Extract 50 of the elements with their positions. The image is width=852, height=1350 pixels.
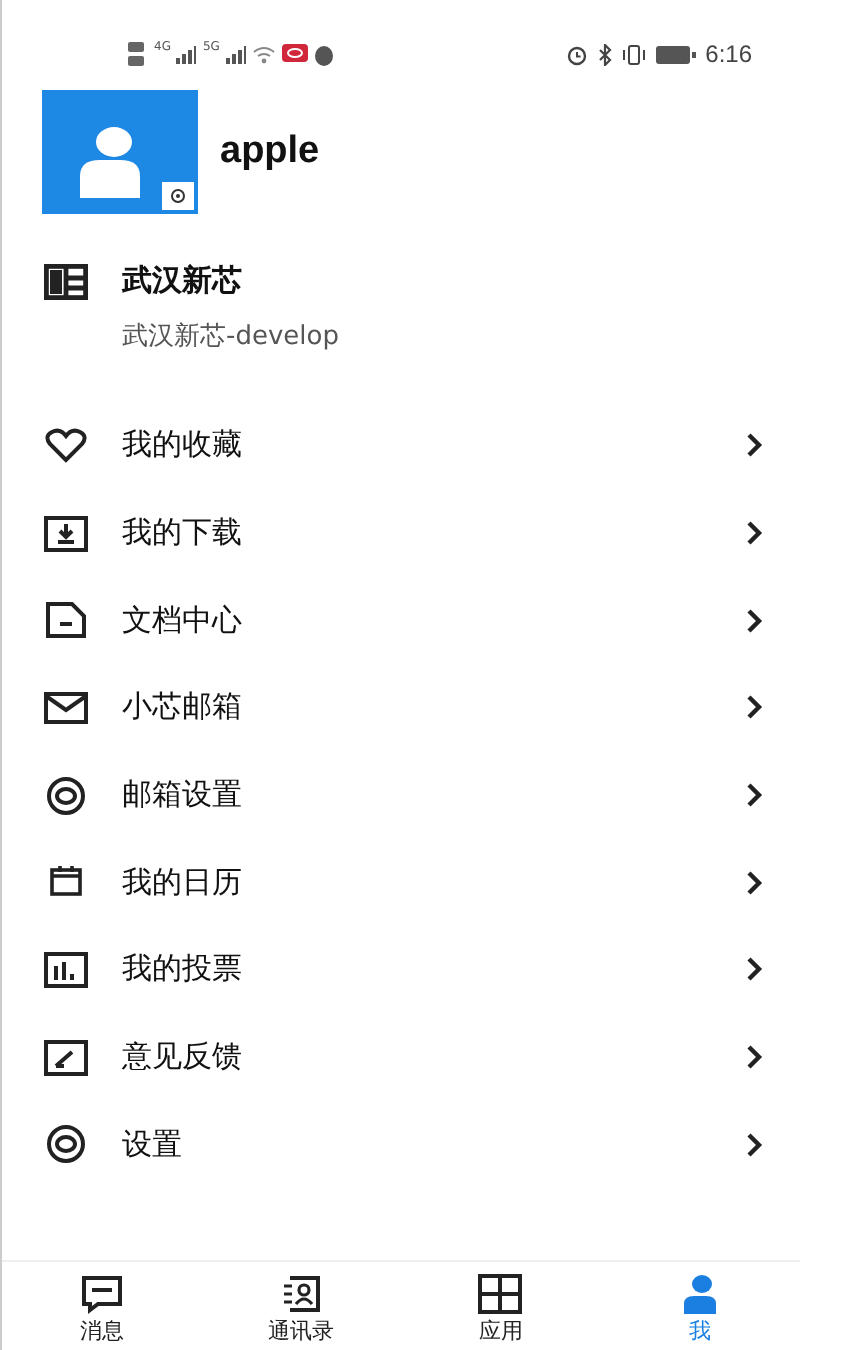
chevron-right-icon <box>746 956 764 983</box>
menu-item[interactable]: 邮箱设置 <box>2 751 800 839</box>
contacts-icon <box>279 1274 324 1314</box>
chevron-right-icon <box>746 869 764 896</box>
signal-icon <box>176 45 197 63</box>
camera-icon[interactable] <box>162 182 194 210</box>
signal-icon <box>225 45 246 63</box>
organization-subtitle: 武汉新芯-develop <box>122 320 341 354</box>
chevron-right-icon <box>746 520 764 547</box>
wifi-icon <box>251 45 276 63</box>
user-name: apple <box>220 130 320 174</box>
vibrate-icon <box>621 43 646 65</box>
organization-name: 武汉新芯 <box>122 262 242 300</box>
avatar[interactable] <box>42 90 198 214</box>
menu-item[interactable]: 小芯邮箱 <box>2 664 800 752</box>
menu-item[interactable]: 我的日历 <box>2 838 800 927</box>
building-icon <box>44 263 88 299</box>
document-icon <box>44 600 88 641</box>
battery-icon <box>655 45 696 63</box>
chevron-right-icon <box>746 432 764 459</box>
menu-item[interactable]: 设置 <box>2 1101 800 1189</box>
nav-tab[interactable]: 消息 <box>2 1262 202 1350</box>
nav-tab[interactable]: 我 <box>600 1262 800 1350</box>
clock-time: 6:16 <box>705 40 752 68</box>
person-icon <box>76 126 144 198</box>
chevron-right-icon <box>746 1131 764 1158</box>
app-icon <box>281 43 308 65</box>
menu-item[interactable]: 文档中心 <box>2 576 800 665</box>
envelope-icon <box>44 687 88 728</box>
chevron-right-icon <box>746 607 764 634</box>
chevron-right-icon <box>746 694 764 721</box>
menu-item[interactable]: 我的收藏 <box>2 402 800 490</box>
edit-box-icon <box>44 1037 88 1078</box>
menu-item[interactable]: 意见反馈 <box>2 1013 800 1101</box>
menu-item[interactable]: 我的投票 <box>2 926 800 1014</box>
nav-tab[interactable]: 应用 <box>401 1262 601 1350</box>
alarm-icon <box>565 43 588 65</box>
ring-icon <box>44 775 88 816</box>
bluetooth-icon <box>597 43 612 65</box>
chevron-right-icon <box>746 1044 764 1071</box>
grid-icon <box>478 1274 523 1314</box>
download-icon <box>44 513 88 554</box>
nav-tab[interactable]: 通讯录 <box>201 1262 401 1350</box>
chevron-right-icon <box>746 782 764 809</box>
heart-icon <box>44 425 88 466</box>
bar-chart-icon <box>44 949 88 990</box>
ring-icon <box>44 1124 88 1165</box>
message-icon <box>79 1274 124 1314</box>
menu-item[interactable]: 我的下载 <box>2 489 800 577</box>
sim-icon <box>128 40 148 68</box>
